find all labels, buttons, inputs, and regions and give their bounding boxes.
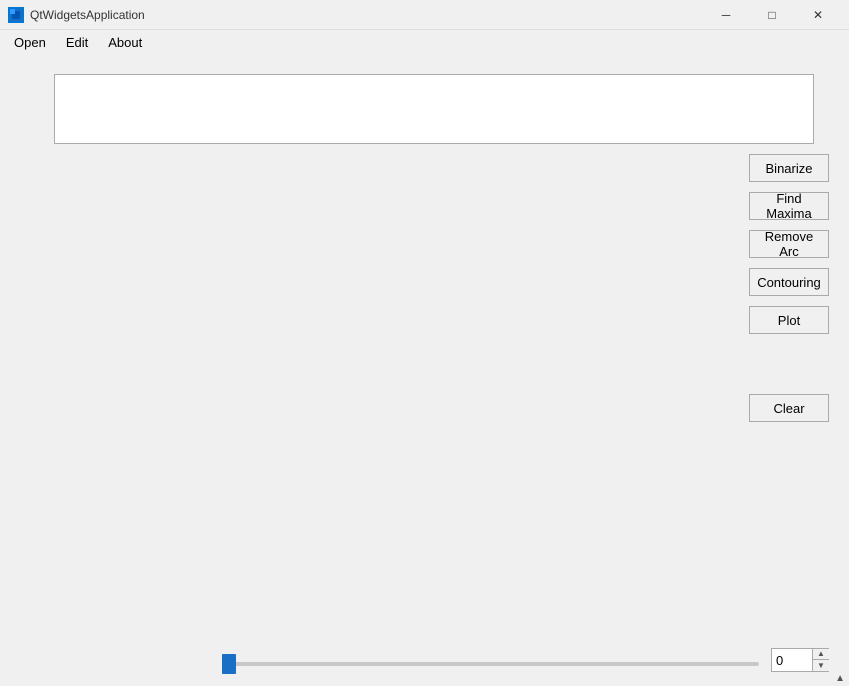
main-content: Binarize Find Maxima Remove Arc Contouri…	[0, 54, 849, 686]
contouring-button[interactable]: Contouring	[749, 268, 829, 296]
plot-button[interactable]: Plot	[749, 306, 829, 334]
window-title: QtWidgetsApplication	[30, 8, 145, 22]
image-display	[54, 74, 814, 144]
buttons-panel: Binarize Find Maxima Remove Arc Contouri…	[749, 154, 829, 422]
app-icon	[8, 7, 24, 23]
spinbox-input[interactable]: 0	[772, 649, 812, 671]
spinbox-up-button[interactable]: ▲	[813, 649, 829, 660]
close-button[interactable]: ✕	[795, 0, 841, 30]
maximize-button[interactable]: □	[749, 0, 795, 30]
status-bar: ▲	[835, 673, 845, 684]
find-maxima-button[interactable]: Find Maxima	[749, 192, 829, 220]
menu-bar: Open Edit About	[0, 30, 849, 54]
slider-wrapper	[222, 662, 759, 666]
spinbox-down-button[interactable]: ▼	[813, 660, 829, 671]
spinbox-buttons: ▲ ▼	[812, 649, 829, 671]
title-bar-left: QtWidgetsApplication	[8, 7, 145, 23]
title-bar: QtWidgetsApplication ─ □ ✕	[0, 0, 849, 30]
menu-open[interactable]: Open	[4, 33, 56, 52]
clear-button[interactable]: Clear	[749, 394, 829, 422]
spinbox-container: 0 ▲ ▼	[771, 648, 829, 672]
binarize-button[interactable]: Binarize	[749, 154, 829, 182]
slider-input[interactable]	[222, 662, 759, 666]
minimize-button[interactable]: ─	[703, 0, 749, 30]
window-controls: ─ □ ✕	[703, 0, 841, 30]
remove-arc-button[interactable]: Remove Arc	[749, 230, 829, 258]
menu-edit[interactable]: Edit	[56, 33, 98, 52]
menu-about[interactable]: About	[98, 33, 152, 52]
